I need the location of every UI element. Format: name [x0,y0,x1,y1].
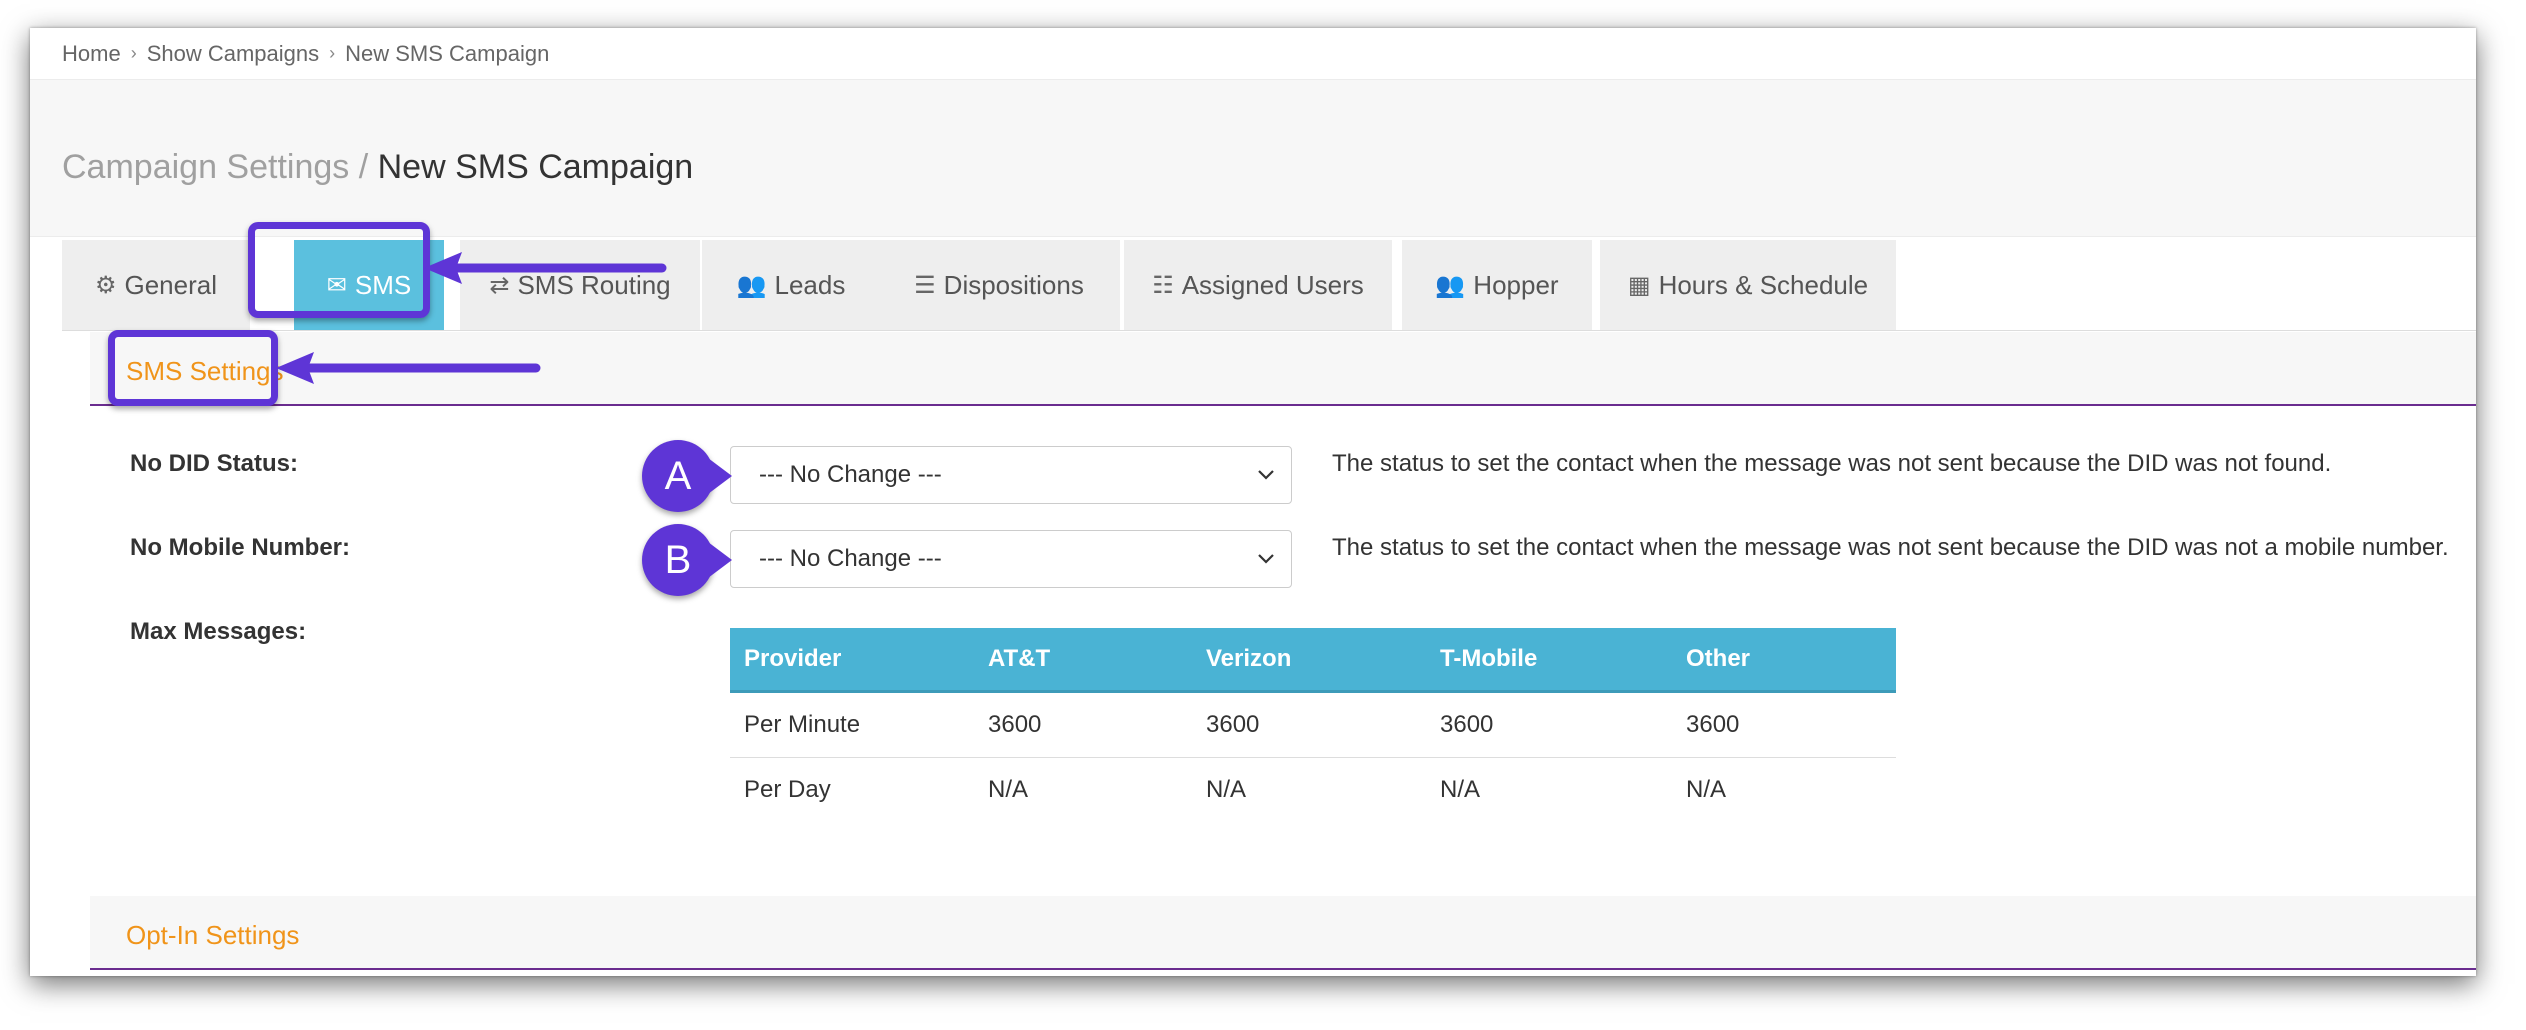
column-header: T-Mobile [1426,628,1672,693]
app-window: Home › Show Campaigns › New SMS Campaign… [30,28,2476,976]
tab-label: Hours & Schedule [1658,269,1869,300]
annotation-badge-b: B [642,524,714,596]
tab-assigned-users[interactable]: ☷ Assigned Users [1124,240,1392,330]
table-cell: 3600 [1672,691,1896,758]
row-label: Per Minute [730,691,974,758]
breadcrumb: Home › Show Campaigns › New SMS Campaign [30,28,2476,80]
page-title: Campaign Settings / New SMS Campaign [62,148,693,187]
page-title-name: New SMS Campaign [377,148,694,186]
column-header: Verizon [1192,628,1426,693]
gears-icon: ⚙ [94,271,117,299]
arrow-left-icon [424,252,667,284]
table-cell: 3600 [1426,691,1672,758]
calendar-icon: ▦ [1627,271,1651,299]
table-cell: N/A [1686,776,1727,803]
no-mobile-number-select[interactable]: --- No Change --- [730,530,1292,588]
no-mobile-number-help: The status to set the contact when the m… [1332,534,2449,561]
max-messages-label: Max Messages: [130,618,307,645]
users-icon: 👥 [736,271,767,299]
sms-settings-highlight [108,330,278,406]
annotation-badge-a: A [642,440,714,512]
annotation-pointer [708,542,732,578]
table-row: Per Day N/A N/A N/A N/A [730,758,1896,823]
opt-in-settings-title: Opt-In Settings [126,920,300,950]
max-messages-table: Provider AT&T Verizon T-Mobile Other Per… [730,628,1896,822]
table-cell: 3600 [1192,691,1426,758]
chevron-right-icon: › [329,43,336,63]
chevron-right-icon: › [130,43,137,63]
page-title-section: Campaign Settings [62,148,350,186]
tab-hopper[interactable]: 👥 Hopper [1402,240,1592,330]
tab-dispositions[interactable]: ☰ Dispositions [878,240,1120,330]
tab-label: Dispositions [943,269,1084,300]
tab-hours-schedule[interactable]: ▦ Hours & Schedule [1600,240,1896,330]
tab-label: Leads [774,269,846,300]
table-cell: N/A [1440,776,1481,803]
arrow-left-icon [276,352,541,384]
no-did-status-label: No DID Status: [130,450,298,477]
page-title-separator: / [349,148,378,186]
breadcrumb-current: New SMS Campaign [345,40,550,66]
select-value: --- No Change --- [759,545,942,572]
no-mobile-number-label: No Mobile Number: [130,534,350,561]
ordered-list-icon: ☷ [1152,271,1174,299]
opt-in-settings-header: Opt-In Settings [90,896,2476,970]
tab-label: Hopper [1473,269,1559,300]
tab-general[interactable]: ⚙ General [62,240,250,330]
tab-baseline [62,330,2476,331]
no-did-status-help: The status to set the contact when the m… [1332,450,2332,477]
annotation-pointer [708,458,732,494]
row-label: Per Day [744,776,831,803]
table-cell: N/A [1206,776,1247,803]
chevron-down-icon [1258,554,1274,564]
tab-leads[interactable]: 👥 Leads [702,240,880,330]
column-header: Other [1672,628,1896,693]
table-cell: N/A [988,776,1029,803]
users-icon: 👥 [1435,271,1466,299]
page-header: Campaign Settings / New SMS Campaign [30,80,2476,237]
column-header: Provider [730,628,974,693]
tab-label: General [124,269,218,300]
no-did-status-select[interactable]: --- No Change --- [730,446,1292,504]
chevron-down-icon [1258,470,1274,480]
breadcrumb-show-campaigns[interactable]: Show Campaigns [147,41,319,67]
column-header: AT&T [974,628,1192,693]
breadcrumb-home[interactable]: Home [62,41,121,67]
select-value: --- No Change --- [759,461,942,488]
table-cell: 3600 [974,691,1192,758]
sms-tab-highlight [248,222,430,318]
table-row: Per Minute 3600 3600 3600 3600 [730,691,1896,758]
list-icon: ☰ [914,271,936,299]
table-header-row: Provider AT&T Verizon T-Mobile Other [730,628,1896,693]
tab-label: Assigned Users [1181,269,1364,300]
